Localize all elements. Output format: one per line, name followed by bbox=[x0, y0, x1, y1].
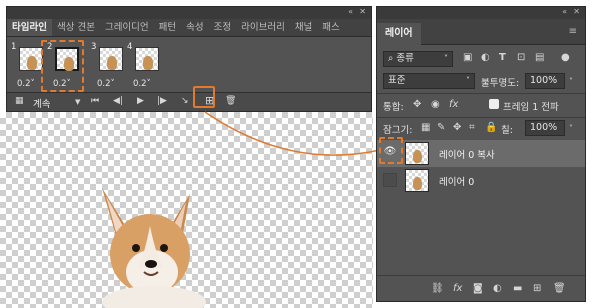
duplicate-button-highlight bbox=[193, 86, 215, 108]
divider bbox=[377, 93, 585, 94]
filter-row: ⌕ 종류 ˅ ▣ ◐ T ⊡ ▤ ● bbox=[377, 51, 585, 71]
blend-mode-select[interactable]: 표준 ˅ bbox=[383, 73, 475, 89]
shape-filter-icon[interactable]: ⊡ bbox=[517, 51, 525, 65]
filter-select[interactable]: ⌕ 종류 ˅ bbox=[383, 51, 453, 67]
unify-row: 통합: ✥ ◉ fx 프레임 1 전파 bbox=[377, 97, 585, 117]
chevron-down-icon[interactable]: ˅ bbox=[569, 75, 573, 89]
collapse-icon[interactable]: « bbox=[348, 7, 353, 16]
mask-icon[interactable]: ◙ bbox=[473, 282, 483, 296]
loop-select[interactable]: 계속 bbox=[33, 96, 50, 110]
layers-footer: ⛓ fx ◙ ◐ ▬ ⊞ 🗑 bbox=[377, 275, 585, 301]
lock-image-icon[interactable]: ✎ bbox=[437, 121, 445, 135]
layer-name[interactable]: 레이어 0 복사 bbox=[439, 147, 495, 161]
close-icon[interactable]: ✕ bbox=[573, 7, 580, 16]
trash-icon[interactable]: 🗑 bbox=[553, 282, 566, 296]
unify-style-icon[interactable]: fx bbox=[449, 98, 458, 112]
type-filter-icon[interactable]: T bbox=[499, 51, 506, 65]
fx-icon[interactable]: fx bbox=[453, 282, 462, 296]
layer-thumbnail bbox=[405, 169, 429, 192]
link-icon[interactable]: ⛓ bbox=[431, 282, 444, 296]
timeline-controls: ▦ 계속 ▼ ⏮ ◀| ▶ |▶ ↘ ⊞ 🗑 bbox=[7, 92, 371, 111]
collapse-icon[interactable]: « bbox=[562, 7, 567, 16]
tab-properties[interactable]: 속성 bbox=[181, 19, 208, 36]
folder-icon[interactable]: ▬ bbox=[513, 282, 522, 296]
blend-row: 표준 ˅ 불투명도: 100% ˅ bbox=[377, 73, 585, 93]
timeline-panel: « ✕ 타임라인 색상 견본 그레이디언 패턴 속성 조정 라이브러리 채널 패… bbox=[6, 6, 372, 112]
timeline-title-bar: « ✕ bbox=[7, 7, 371, 19]
next-frame-icon[interactable]: |▶ bbox=[157, 96, 167, 106]
first-frame-icon[interactable]: ⏮ bbox=[91, 96, 99, 106]
previous-frame-icon[interactable]: ◀| bbox=[113, 96, 123, 106]
fill-input[interactable]: 100% bbox=[525, 120, 565, 136]
smart-object-filter-icon[interactable]: ▤ bbox=[535, 51, 544, 65]
opacity-label: 불투명도: bbox=[481, 78, 520, 89]
frame-delay[interactable]: 0.2˅ bbox=[17, 79, 35, 89]
dog-image bbox=[102, 188, 206, 308]
frame-number: 1 bbox=[11, 42, 17, 52]
tab-layers[interactable]: 레이어 bbox=[377, 23, 421, 45]
tab-patterns[interactable]: 패턴 bbox=[154, 19, 181, 36]
layers-tab-bar: 레이어 ≡ bbox=[377, 19, 585, 45]
visibility-toggle[interactable] bbox=[383, 173, 397, 187]
adjustment-filter-icon[interactable]: ◐ bbox=[481, 51, 490, 65]
frame-delay[interactable]: 0.2˅ bbox=[133, 79, 151, 89]
image-filter-icon[interactable]: ▣ bbox=[463, 51, 472, 65]
layer-thumbnail bbox=[405, 142, 429, 165]
lock-position-icon[interactable]: ✥ bbox=[453, 121, 461, 135]
layer-name[interactable]: 레이어 0 bbox=[439, 174, 474, 188]
propagate-checkbox[interactable] bbox=[489, 99, 499, 109]
frame-number: 4 bbox=[127, 42, 133, 52]
unify-visibility-icon[interactable]: ◉ bbox=[431, 98, 440, 112]
tab-libraries[interactable]: 라이브러리 bbox=[236, 19, 290, 36]
frame-highlight bbox=[41, 40, 84, 92]
unify-position-icon[interactable]: ✥ bbox=[413, 98, 421, 112]
lock-label: 잠그기: bbox=[383, 125, 413, 136]
visibility-highlight bbox=[379, 137, 403, 164]
chevron-down-icon: ˅ bbox=[444, 54, 448, 63]
settings-icon[interactable]: ▦ bbox=[15, 96, 24, 106]
play-icon[interactable]: ▶ bbox=[137, 96, 144, 106]
divider bbox=[377, 117, 585, 118]
panel-menu-icon[interactable]: ≡ bbox=[569, 26, 577, 37]
tab-gradients[interactable]: 그레이디언 bbox=[100, 19, 154, 36]
panel-tabs: 타임라인 색상 견본 그레이디언 패턴 속성 조정 라이브러리 채널 패스 bbox=[7, 19, 371, 37]
lock-all-icon[interactable]: 🔒 bbox=[485, 121, 497, 135]
chevron-down-icon[interactable]: ▼ bbox=[75, 98, 80, 106]
lock-row: 잠그기: ▦ ✎ ✥ ⌗ 🔒 칠: 100% ˅ bbox=[377, 120, 585, 140]
trash-icon[interactable]: 🗑 bbox=[225, 96, 236, 106]
frame-thumbnail[interactable] bbox=[135, 47, 159, 71]
close-icon[interactable]: ✕ bbox=[359, 7, 366, 16]
layer-row[interactable]: 레이어 0 bbox=[377, 167, 585, 194]
propagate-label: 프레임 1 전파 bbox=[503, 102, 559, 113]
tab-channels[interactable]: 채널 bbox=[290, 19, 317, 36]
frame-number: 3 bbox=[91, 42, 97, 52]
fill-label: 칠: bbox=[501, 125, 513, 136]
unify-label: 통합: bbox=[383, 102, 404, 113]
lock-artboard-icon[interactable]: ⌗ bbox=[469, 121, 475, 135]
frame-thumbnail[interactable] bbox=[19, 47, 43, 71]
layers-panel: « ✕ 레이어 ≡ ⌕ 종류 ˅ ▣ ◐ T ⊡ ▤ ● 표준 ˅ 불투명도: … bbox=[376, 6, 586, 302]
layers-title-bar: « ✕ bbox=[377, 7, 585, 19]
tab-swatches[interactable]: 색상 견본 bbox=[52, 19, 100, 36]
frame-thumbnail[interactable] bbox=[99, 47, 123, 71]
tween-icon[interactable]: ↘ bbox=[181, 96, 189, 106]
adjustment-layer-icon[interactable]: ◐ bbox=[493, 282, 502, 296]
tab-adjustments[interactable]: 조정 bbox=[209, 19, 236, 36]
frame-delay[interactable]: 0.2˅ bbox=[97, 79, 115, 89]
layer-row[interactable]: 👁 레이어 0 복사 bbox=[377, 140, 585, 167]
tab-paths[interactable]: 패스 bbox=[317, 19, 344, 36]
chevron-down-icon: ˅ bbox=[466, 76, 470, 85]
lock-transparent-icon[interactable]: ▦ bbox=[421, 121, 430, 135]
filter-toggle-icon[interactable]: ● bbox=[561, 51, 570, 65]
new-layer-icon[interactable]: ⊞ bbox=[533, 282, 541, 296]
opacity-input[interactable]: 100% bbox=[525, 73, 565, 89]
chevron-down-icon[interactable]: ˅ bbox=[569, 122, 573, 136]
tab-timeline[interactable]: 타임라인 bbox=[7, 19, 52, 36]
